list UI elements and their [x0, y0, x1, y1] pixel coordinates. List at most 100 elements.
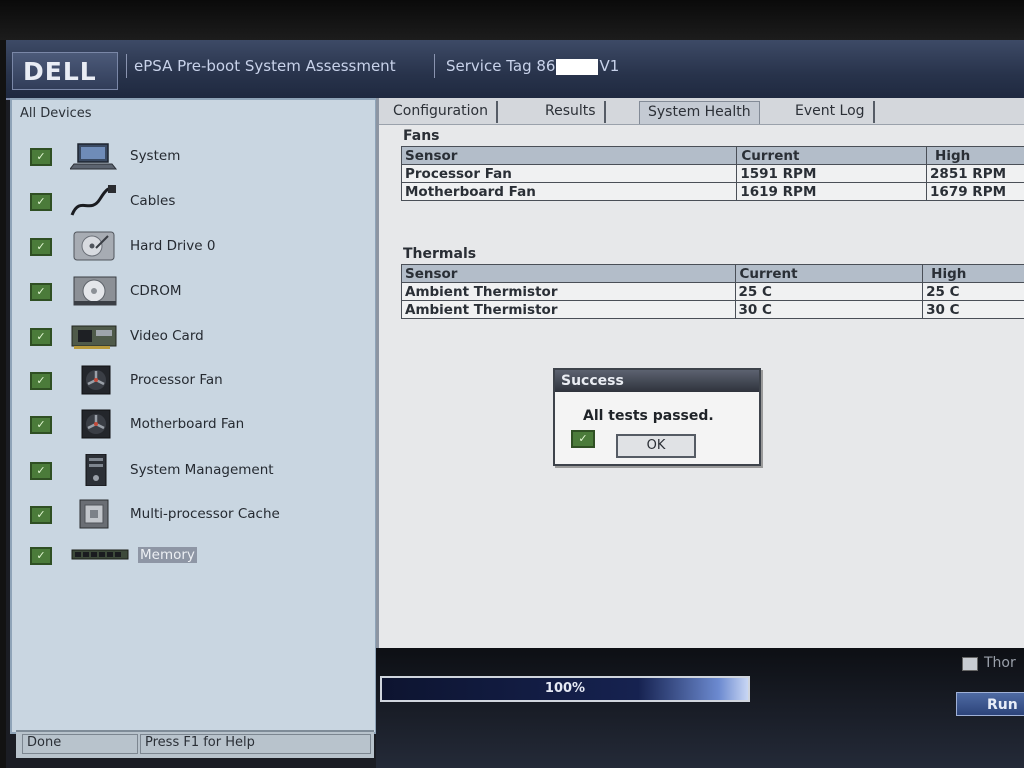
device-item-processor-fan[interactable]: ✓ Processor Fan	[12, 362, 372, 402]
fan-icon	[81, 365, 111, 395]
device-item-multiprocessor-cache[interactable]: ✓ Multi-processor Cache	[12, 496, 372, 536]
table-row: Ambient Thermistor 30 C 30 C	[401, 300, 1024, 319]
dialog-message: All tests passed.	[583, 408, 714, 424]
check-icon[interactable]: ✓	[30, 238, 52, 256]
header-separator	[434, 54, 435, 78]
check-icon[interactable]: ✓	[30, 462, 52, 480]
column-header: Current	[734, 264, 924, 283]
fan-icon	[81, 409, 111, 439]
table-row: Motherboard Fan 1619 RPM 1679 RPM	[400, 182, 1024, 201]
video-card-icon	[71, 325, 117, 349]
status-help: Press F1 for Help	[140, 734, 371, 754]
tab-configuration[interactable]: Configuration	[385, 101, 498, 123]
table-header: Sensor Current High	[401, 264, 1024, 283]
sensor-cell: Processor Fan	[400, 164, 738, 183]
tab-bar: Configuration Results System Health Even…	[379, 98, 1024, 125]
service-tag: Service Tag 86 V1	[446, 57, 619, 75]
device-label: Cables	[130, 193, 176, 209]
hard-drive-icon	[73, 231, 115, 261]
check-icon[interactable]: ✓	[30, 547, 52, 565]
thermals-title: Thermals	[403, 246, 477, 262]
device-item-video-card[interactable]: ✓ Video Card	[12, 318, 372, 358]
sensor-cell: Motherboard Fan	[400, 182, 738, 201]
service-tag-prefix: Service Tag 86	[446, 57, 556, 75]
app-title: ePSA Pre-boot System Assessment	[134, 57, 396, 75]
cable-icon	[70, 185, 116, 216]
device-item-hard-drive[interactable]: ✓ Hard Drive 0	[12, 228, 372, 268]
cdrom-icon	[73, 276, 117, 306]
check-icon: ✓	[571, 430, 595, 448]
high-cell: 25 C	[922, 282, 1024, 301]
column-header: High	[926, 146, 1024, 165]
device-item-memory[interactable]: ✓ Memory	[12, 537, 372, 577]
device-label: Motherboard Fan	[130, 416, 245, 432]
device-label: Video Card	[130, 328, 204, 344]
current-cell: 30 C	[734, 300, 924, 319]
ok-button[interactable]: OK	[616, 434, 696, 458]
run-button[interactable]: Run	[956, 692, 1024, 716]
current-cell: 1619 RPM	[736, 182, 928, 201]
device-label: Memory	[138, 547, 197, 563]
current-cell: 1591 RPM	[736, 164, 928, 183]
sensor-cell: Ambient Thermistor	[401, 300, 736, 319]
dialog-title: Success	[555, 370, 759, 392]
dell-logo: DELL	[23, 57, 97, 86]
bottom-band	[376, 648, 1024, 768]
device-item-system-management[interactable]: ✓ System Management	[12, 452, 372, 492]
column-header: Sensor	[400, 146, 738, 165]
check-icon[interactable]: ✓	[30, 283, 52, 301]
status-bar: Done Press F1 for Help	[16, 730, 374, 758]
device-item-system[interactable]: ✓ System	[12, 138, 372, 178]
high-cell: 1679 RPM	[926, 182, 1024, 201]
progress-bar: 100%	[380, 676, 750, 702]
device-list-panel: All Devices ✓ System ✓ Cables ✓ Hard Dri…	[10, 98, 377, 734]
high-cell: 30 C	[922, 300, 1024, 319]
device-label: Multi-processor Cache	[130, 506, 280, 522]
check-icon[interactable]: ✓	[30, 328, 52, 346]
high-cell: 2851 RPM	[926, 164, 1024, 183]
device-item-cables[interactable]: ✓ Cables	[12, 183, 372, 223]
fans-table: Sensor Current High Processor Fan 1591 R…	[400, 146, 1024, 201]
fans-title: Fans	[403, 128, 440, 144]
service-tag-suffix: V1	[599, 57, 620, 75]
device-item-motherboard-fan[interactable]: ✓ Motherboard Fan	[12, 406, 372, 446]
table-row: Ambient Thermistor 25 C 25 C	[401, 282, 1024, 301]
monitor-bezel	[0, 0, 1024, 40]
device-label: System Management	[130, 462, 274, 478]
device-label: Hard Drive 0	[130, 238, 216, 254]
progress-label: 100%	[544, 681, 586, 696]
sensor-cell: Ambient Thermistor	[401, 282, 736, 301]
column-header: Sensor	[401, 264, 736, 283]
status-done: Done	[22, 734, 138, 754]
cpu-chip-icon	[79, 499, 109, 529]
epsa-screen: DELL ePSA Pre-boot System Assessment Ser…	[6, 40, 1024, 768]
option-checkbox-label: Thor	[984, 655, 1016, 671]
device-label: Processor Fan	[130, 372, 223, 388]
header-separator	[126, 54, 127, 78]
check-icon[interactable]: ✓	[30, 148, 52, 166]
success-dialog: Success All tests passed. ✓ OK	[553, 368, 761, 466]
device-item-cdrom[interactable]: ✓ CDROM	[12, 273, 372, 313]
device-label: CDROM	[130, 283, 182, 299]
tab-results[interactable]: Results	[537, 101, 606, 123]
table-header: Sensor Current High	[400, 146, 1024, 165]
tab-system-health[interactable]: System Health	[639, 101, 760, 124]
thermals-table: Sensor Current High Ambient Thermistor 2…	[401, 264, 1024, 319]
device-list-title: All Devices	[20, 106, 92, 121]
dell-logo-box: DELL	[12, 52, 118, 90]
option-checkbox[interactable]	[962, 657, 978, 671]
current-cell: 25 C	[734, 282, 924, 301]
column-header: Current	[736, 146, 928, 165]
device-label: System	[130, 148, 181, 164]
check-icon[interactable]: ✓	[30, 193, 52, 211]
check-icon[interactable]: ✓	[30, 506, 52, 524]
column-header: High	[922, 264, 1024, 283]
tab-event-log[interactable]: Event Log	[787, 101, 875, 123]
table-row: Processor Fan 1591 RPM 2851 RPM	[400, 164, 1024, 183]
system-health-panel: Configuration Results System Health Even…	[376, 98, 1024, 648]
memory-module-icon	[71, 549, 129, 560]
check-icon[interactable]: ✓	[30, 372, 52, 390]
laptop-icon	[70, 143, 118, 170]
check-icon[interactable]: ✓	[30, 416, 52, 434]
system-management-icon	[85, 454, 107, 486]
